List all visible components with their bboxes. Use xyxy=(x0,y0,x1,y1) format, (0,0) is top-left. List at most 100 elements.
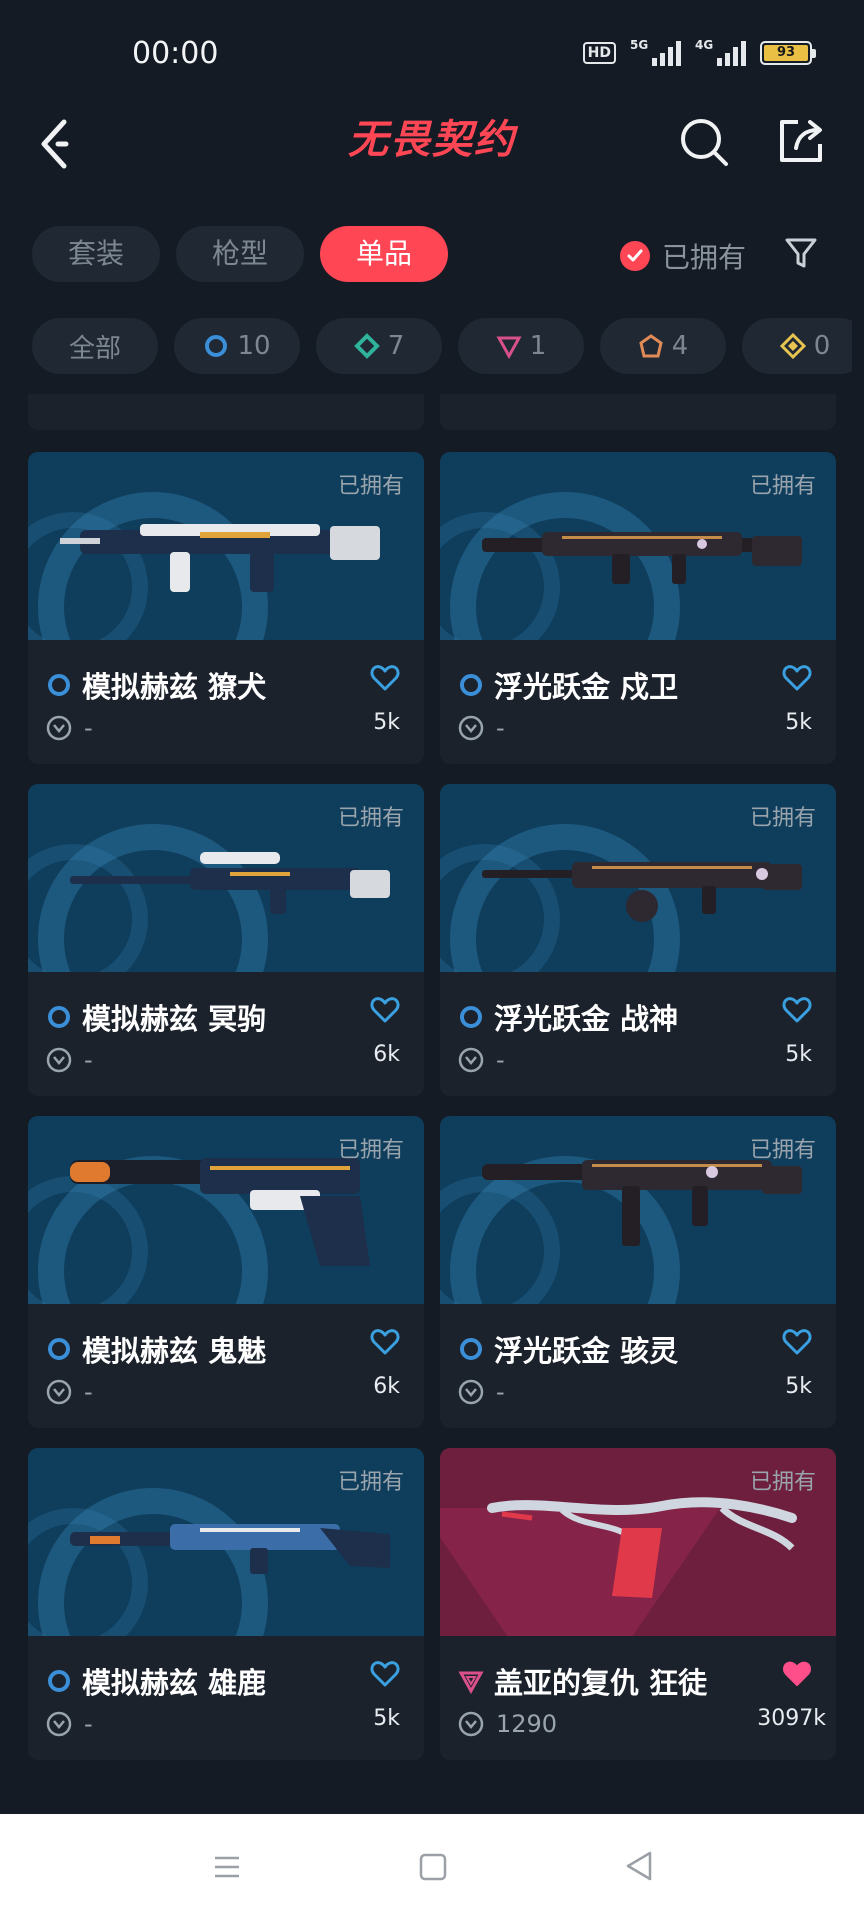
heart-icon[interactable] xyxy=(782,996,812,1024)
skin-card[interactable]: 已拥有 模拟赫兹 獠犬 - 5k xyxy=(28,452,424,764)
valorant-points-icon xyxy=(46,1047,72,1073)
skin-card[interactable]: 已拥有 模拟赫兹 鬼魅 - 6k xyxy=(28,1116,424,1428)
owned-tag: 已拥有 xyxy=(337,1138,404,1163)
select-tier-icon xyxy=(48,1338,70,1360)
app-title: 无畏契约 xyxy=(348,117,516,163)
skin-title: 模拟赫兹 冥驹 xyxy=(46,996,266,1038)
back-icon[interactable] xyxy=(624,1850,654,1882)
owned-tag: 已拥有 xyxy=(749,1138,816,1163)
owned-filter-label: 已拥有 xyxy=(662,241,747,274)
sniper-icon xyxy=(70,852,390,914)
owned-tag: 已拥有 xyxy=(749,474,816,499)
skin-name: 模拟赫兹 雄鹿 xyxy=(82,1666,267,1700)
checkmark-icon[interactable] xyxy=(620,241,650,271)
chip-ultra-tier[interactable]: 0 xyxy=(742,318,852,374)
skin-card[interactable]: 已拥有 浮光跃金 骇灵 - 5k xyxy=(440,1116,836,1428)
valorant-points-icon xyxy=(46,715,72,741)
like-count: 5k xyxy=(373,1706,400,1731)
skin-card[interactable]: 已拥有 模拟赫兹 雄鹿 - 5k xyxy=(28,1448,424,1760)
price-row: - xyxy=(458,1046,505,1074)
select-tier-icon xyxy=(205,335,228,357)
select-tier-icon xyxy=(460,674,482,696)
premium-tier-icon xyxy=(458,1671,484,1694)
owned-filter-toggle[interactable]: 已拥有 xyxy=(620,236,746,276)
heart-icon[interactable] xyxy=(782,1328,812,1356)
status-indicators: HD 5G 4G 93 xyxy=(582,38,816,66)
signal-4g-icon: 4G xyxy=(695,38,746,66)
chip-premium-tier[interactable]: 1 xyxy=(458,318,584,374)
valorant-points-icon xyxy=(458,1711,484,1737)
heart-icon[interactable] xyxy=(370,996,400,1024)
skin-grid: 已拥有 模拟赫兹 獠犬 - 5k 已拥有 浮光跃金 戍卫 - 5k 已拥有 模拟… xyxy=(0,394,864,1814)
skin-image: 已拥有 xyxy=(440,452,836,640)
select-tier-icon xyxy=(48,1670,70,1692)
heart-filled-icon[interactable] xyxy=(782,1660,812,1688)
skin-title: 浮光跃金 战神 xyxy=(458,996,678,1038)
price-row: - xyxy=(46,1378,93,1406)
smg-icon xyxy=(482,1160,802,1246)
rifle-icon xyxy=(60,524,380,592)
like-count: 5k xyxy=(373,710,400,735)
price-row: - xyxy=(46,1046,93,1074)
skin-card[interactable]: 已拥有 浮光跃金 戍卫 - 5k xyxy=(440,452,836,764)
skin-card[interactable]: 已拥有 模拟赫兹 冥驹 - 6k xyxy=(28,784,424,1096)
rifle-icon xyxy=(482,532,802,584)
like-count: 5k xyxy=(785,710,812,735)
like-count: 5k xyxy=(785,1042,812,1067)
tab-weapon-types[interactable]: 枪型 xyxy=(176,226,304,282)
chip-select-tier[interactable]: 10 xyxy=(174,318,300,374)
skin-price: - xyxy=(496,1046,505,1074)
battery-icon: 93 xyxy=(760,41,816,65)
skin-name: 浮光跃金 战神 xyxy=(494,1002,679,1036)
shotgun-icon xyxy=(70,1524,390,1574)
valorant-points-icon xyxy=(46,1379,72,1405)
valorant-points-icon xyxy=(46,1711,72,1737)
select-tier-icon xyxy=(460,1338,482,1360)
skin-image: 已拥有 xyxy=(28,452,424,640)
chip-exclusive-tier[interactable]: 4 xyxy=(600,318,726,374)
skin-price: - xyxy=(84,1378,93,1406)
select-tier-icon xyxy=(48,1006,70,1028)
valorant-points-icon xyxy=(458,1047,484,1073)
price-row: 1290 xyxy=(458,1710,557,1738)
tab-items[interactable]: 单品 xyxy=(320,226,448,282)
category-tabs: 套装 枪型 单品 xyxy=(32,226,448,282)
hd-voice-icon: HD xyxy=(582,42,616,64)
card-partial[interactable] xyxy=(440,394,836,430)
skin-title: 模拟赫兹 獠犬 xyxy=(46,664,266,706)
skin-image: 已拥有 xyxy=(28,784,424,972)
ultra-tier-icon xyxy=(779,333,806,359)
skin-name: 浮光跃金 戍卫 xyxy=(494,670,679,704)
skin-title: 盖亚的复仇 狂徒 xyxy=(458,1660,707,1702)
menu-icon[interactable] xyxy=(212,1852,242,1882)
skin-image: 已拥有 xyxy=(440,1448,836,1636)
skin-title: 浮光跃金 戍卫 xyxy=(458,664,678,706)
price-row: - xyxy=(458,1378,505,1406)
skin-price: 1290 xyxy=(496,1710,558,1738)
card-partial[interactable] xyxy=(28,394,424,430)
tab-sets[interactable]: 套装 xyxy=(32,226,160,282)
heart-icon[interactable] xyxy=(782,664,812,692)
owned-tag: 已拥有 xyxy=(337,474,404,499)
skin-card[interactable]: 已拥有 浮光跃金 战神 - 5k xyxy=(440,784,836,1096)
chip-all[interactable]: 全部 xyxy=(32,318,158,374)
skin-card[interactable]: 已拥有 盖亚的复仇 狂徒 1290 3097k xyxy=(440,1448,836,1760)
exclusive-tier-icon xyxy=(639,334,663,358)
search-icon[interactable] xyxy=(678,116,730,168)
like-count: 3097k xyxy=(757,1706,826,1731)
system-nav-bar xyxy=(0,1814,864,1920)
skin-name: 盖亚的复仇 狂徒 xyxy=(494,1666,708,1700)
skin-price: - xyxy=(496,714,505,742)
home-icon[interactable] xyxy=(418,1852,448,1882)
price-row: - xyxy=(46,714,93,742)
share-icon[interactable] xyxy=(774,114,828,168)
heart-icon[interactable] xyxy=(370,1328,400,1356)
chip-deluxe-tier[interactable]: 7 xyxy=(316,318,442,374)
app-header: 无畏契约 xyxy=(0,110,864,210)
skin-image: 已拥有 xyxy=(28,1116,424,1304)
select-tier-icon xyxy=(48,674,70,696)
heart-icon[interactable] xyxy=(370,1660,400,1688)
heart-icon[interactable] xyxy=(370,664,400,692)
filter-icon[interactable] xyxy=(784,236,818,270)
signal-5g-icon: 5G xyxy=(630,38,681,66)
